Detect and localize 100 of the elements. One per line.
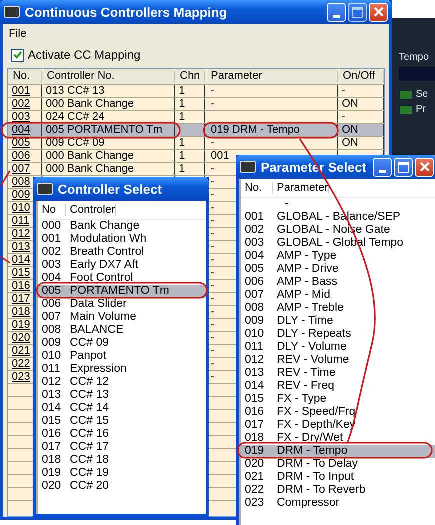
- table-cell: -: [211, 176, 215, 188]
- table-cell: 1: [179, 111, 186, 123]
- list-item[interactable]: 020 DRM - To Delay: [241, 458, 435, 471]
- list-item[interactable]: -: [241, 198, 435, 211]
- list-item[interactable]: 016 CC# 16: [38, 428, 206, 441]
- list-item[interactable]: 014 REV - Freq: [241, 380, 435, 393]
- table-cell: 002: [12, 98, 30, 110]
- close-button[interactable]: [415, 158, 434, 176]
- list-item[interactable]: 022 DRM - To Reverb: [241, 484, 435, 497]
- item-name: AMP - Drive: [276, 263, 339, 276]
- list-item[interactable]: 015 FX - Type: [241, 393, 435, 406]
- maximize-button[interactable]: [348, 2, 367, 22]
- list-item[interactable]: 011 Expression: [38, 363, 206, 376]
- item-number: 013: [245, 367, 264, 379]
- table-cell: -: [211, 241, 215, 253]
- list-item[interactable]: 003 Early DX7 Aft: [38, 259, 206, 272]
- item-number: 009: [41, 337, 62, 350]
- table-cell: 001: [12, 85, 30, 97]
- list-item[interactable]: 019 DRM - Tempo: [241, 445, 435, 458]
- table-row[interactable]: 002 000 Bank Change 1 - ON: [8, 98, 384, 111]
- list-item[interactable]: 008 BALANCE: [38, 324, 206, 337]
- list-item[interactable]: 013 REV - Time: [241, 367, 435, 380]
- table-cell: 001: [211, 150, 230, 162]
- maximize-button[interactable]: [394, 158, 413, 176]
- item-name: Bank Change: [69, 220, 140, 233]
- table-cell: -: [211, 332, 215, 344]
- list-item[interactable]: 020 CC# 20: [38, 480, 206, 493]
- table-cell: 005 PORTAMENTO Tm: [46, 124, 163, 136]
- list-item[interactable]: 000 Bank Change: [38, 220, 206, 233]
- table-cell: 012: [12, 228, 30, 240]
- list-item[interactable]: 021 DRM - To Input: [241, 471, 435, 484]
- list-item[interactable]: 017 CC# 17: [38, 441, 206, 454]
- list-item[interactable]: 012 CC# 12: [38, 376, 206, 389]
- column-header[interactable]: Parameter: [273, 182, 330, 194]
- list-item[interactable]: 023 Compressor: [241, 497, 435, 510]
- column-header[interactable]: Controler: [66, 204, 116, 216]
- close-button[interactable]: [369, 2, 388, 22]
- list-item[interactable]: 013 CC# 13: [38, 389, 206, 402]
- list-item[interactable]: 019 CC# 19: [38, 467, 206, 480]
- list-item[interactable]: 006 AMP - Bass: [241, 276, 435, 289]
- item-number: 015: [245, 393, 264, 405]
- item-name: PORTAMENTO Tm: [69, 285, 170, 298]
- item-number: 014: [245, 380, 264, 392]
- list-item[interactable]: 004 AMP - Type: [241, 250, 435, 263]
- list-item[interactable]: 005 AMP - Drive: [241, 263, 435, 276]
- table-cell: -: [211, 280, 215, 292]
- list-item[interactable]: 012 REV - Volume: [241, 354, 435, 367]
- item-name: DRM - Tempo: [276, 445, 348, 458]
- item-name: AMP - Treble: [276, 302, 344, 315]
- column-header[interactable]: No: [38, 204, 66, 216]
- list-item[interactable]: 007 AMP - Mid: [241, 289, 435, 302]
- minimize-button[interactable]: [327, 2, 346, 22]
- list-item[interactable]: 005 PORTAMENTO Tm: [38, 285, 206, 298]
- list-item[interactable]: 001 Modulation Wh: [38, 233, 206, 246]
- item-number: 017: [245, 419, 264, 431]
- list-item[interactable]: 016 FX - Speed/Frq: [241, 406, 435, 419]
- list-item[interactable]: 010 DLY - Repeats: [241, 328, 435, 341]
- list-item[interactable]: 007 Main Volume: [38, 311, 206, 324]
- list-item[interactable]: 006 Data Slider: [38, 298, 206, 311]
- table-row[interactable]: 001 013 CC# 13 1 - -: [8, 85, 384, 98]
- list-item[interactable]: 011 DLY - Volume: [241, 341, 435, 354]
- item-name: Modulation Wh: [69, 233, 147, 246]
- checkbox[interactable]: [11, 48, 24, 62]
- item-number: 003: [245, 237, 264, 249]
- item-number: 005: [245, 263, 264, 275]
- list-item[interactable]: 010 Panpot: [38, 350, 206, 363]
- table-cell: 017: [12, 293, 30, 305]
- table-row[interactable]: 005 009 CC# 09 1 - ON: [8, 137, 384, 150]
- item-name: CC# 09: [69, 337, 109, 350]
- list-item[interactable]: 002 Breath Control: [38, 246, 206, 259]
- close-icon: [418, 161, 430, 173]
- table-cell: 006: [12, 150, 30, 162]
- item-name: BALANCE: [69, 324, 124, 337]
- list-item[interactable]: 015 CC# 15: [38, 415, 206, 428]
- table-cell: -: [211, 267, 215, 279]
- list-item[interactable]: 018 CC# 18: [38, 454, 206, 467]
- column-header[interactable]: Controller No.: [42, 70, 175, 83]
- table-cell: -: [211, 345, 215, 357]
- table-cell: 000 Bank Change: [46, 150, 134, 162]
- column-header[interactable]: No.: [8, 70, 42, 83]
- item-number: 023: [245, 497, 264, 509]
- menu-item[interactable]: File: [7, 26, 29, 42]
- list-item[interactable]: 014 CC# 14: [38, 402, 206, 415]
- item-number: 000: [41, 220, 62, 233]
- item-number: 019: [41, 467, 62, 480]
- minimize-button[interactable]: [373, 158, 392, 176]
- list-item[interactable]: 008 AMP - Treble: [241, 302, 435, 315]
- table-cell: 000 Bank Change: [46, 163, 134, 175]
- list-item[interactable]: 009 DLY - Time: [241, 315, 435, 328]
- list-item[interactable]: 004 Foot Control: [38, 272, 206, 285]
- item-name: REV - Time: [276, 367, 336, 380]
- table-cell: -: [211, 163, 215, 175]
- list-item[interactable]: 018 FX - Dry/Wet: [241, 432, 435, 445]
- column-header[interactable]: Chn: [175, 70, 205, 83]
- table-row[interactable]: 004 005 PORTAMENTO Tm 019 DRM - Tempo ON: [8, 124, 384, 137]
- column-header[interactable]: No.: [241, 182, 273, 194]
- list-item[interactable]: 009 CC# 09: [38, 337, 206, 350]
- column-header[interactable]: On/Off: [338, 70, 384, 83]
- column-header[interactable]: Parameter: [205, 70, 338, 83]
- item-number: 018: [41, 454, 62, 467]
